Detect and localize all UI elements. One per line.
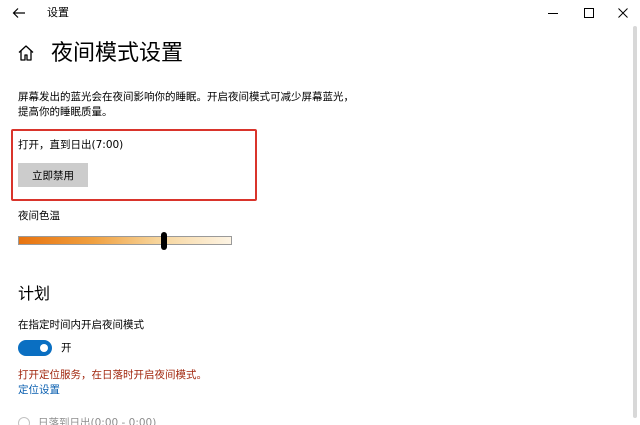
description-line-1: 屏幕发出的蓝光会在夜间影响你的睡眠。开启夜间模式可减少屏幕蓝光， <box>18 91 354 103</box>
home-icon <box>18 45 34 61</box>
radio-button[interactable] <box>18 417 30 425</box>
disable-now-button[interactable]: 立即禁用 <box>18 163 88 187</box>
schedule-section-title: 计划 <box>18 284 51 303</box>
toggle-state-label: 开 <box>61 342 72 354</box>
page-title: 夜间模式设置 <box>51 41 184 66</box>
slider-thumb[interactable] <box>161 232 167 250</box>
description-text: 屏幕发出的蓝光会在夜间影响你的睡眠。开启夜间模式可减少屏幕蓝光， 提高你的睡眠质… <box>18 90 378 120</box>
color-temperature-label: 夜间色温 <box>18 210 60 222</box>
radio-label: 日落到日出(0:00 - 0:00) <box>38 416 157 425</box>
location-settings-link[interactable]: 定位设置 <box>18 383 60 398</box>
night-mode-status: 打开，直到日出(7:00) <box>18 139 124 151</box>
description-line-2: 提高你的睡眠质量。 <box>18 106 113 118</box>
color-temperature-slider[interactable] <box>18 236 232 245</box>
scrollbar[interactable] <box>633 26 637 418</box>
back-arrow-icon <box>12 8 25 18</box>
minimize-icon <box>548 13 558 14</box>
sunset-sunrise-option[interactable]: 日落到日出(0:00 - 0:00) <box>18 415 156 425</box>
maximize-icon <box>584 8 594 18</box>
schedule-toggle-label: 在指定时间内开启夜间模式 <box>18 319 144 331</box>
home-button[interactable] <box>16 43 36 63</box>
back-button[interactable] <box>8 3 30 23</box>
app-title: 设置 <box>47 6 69 19</box>
title-bar: 设置 <box>0 0 640 26</box>
close-button[interactable] <box>600 0 640 26</box>
settings-window: 设置 夜间模式设置 屏幕发出的蓝光会在夜间影响你的睡眠。开启夜间模式可减少屏幕蓝… <box>0 0 640 425</box>
close-icon <box>618 8 628 18</box>
toggle-knob <box>40 344 48 352</box>
schedule-toggle[interactable] <box>18 340 52 356</box>
location-warning: 打开定位服务，在日落时开启夜间模式。 <box>18 369 207 381</box>
